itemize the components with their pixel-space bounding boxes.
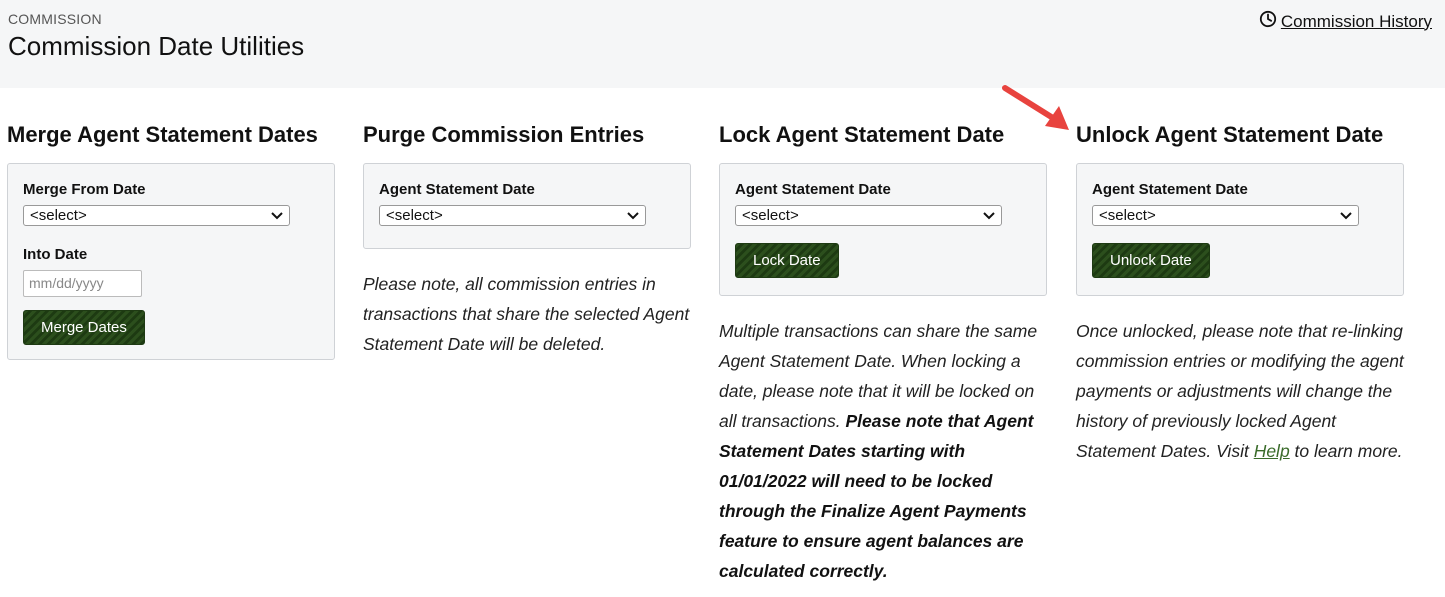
clock-icon	[1259, 10, 1277, 33]
unlock-date-select[interactable]: <select>	[1092, 205, 1359, 226]
page-header: COMMISSION Commission Date Utilities Com…	[0, 0, 1445, 88]
into-date-input[interactable]: mm/dd/yyyy	[23, 270, 142, 297]
unlock-note: Once unlocked, please note that re-linki…	[1076, 316, 1404, 466]
lock-note-emphasis: Please note that Agent Statement Dates s…	[719, 411, 1034, 581]
purge-date-label: Agent Statement Date	[379, 181, 535, 198]
purge-card: Agent Statement Date <select>	[363, 163, 691, 249]
merge-from-value: <select>	[30, 207, 87, 224]
unlock-date-button[interactable]: Unlock Date	[1092, 243, 1210, 278]
unlock-section: Unlock Agent Statement Date Agent Statem…	[1076, 122, 1404, 466]
unlock-date-value: <select>	[1099, 207, 1156, 224]
lock-date-button[interactable]: Lock Date	[735, 243, 839, 278]
lock-date-label: Agent Statement Date	[735, 181, 891, 198]
merge-from-label: Merge From Date	[23, 181, 146, 198]
unlock-note-text: Once unlocked, please note that re-linki…	[1076, 321, 1404, 461]
merge-card: Merge From Date <select> Into Date mm/dd…	[7, 163, 335, 360]
lock-card: Agent Statement Date <select> Lock Date	[719, 163, 1047, 296]
purge-heading: Purge Commission Entries	[363, 122, 645, 147]
unlock-note-end: to learn more.	[1289, 441, 1403, 461]
lock-note: Multiple transactions can share the same…	[719, 316, 1047, 586]
purge-note: Please note, all commission entries in t…	[363, 274, 690, 354]
into-date-label: Into Date	[23, 246, 88, 263]
merge-dates-button[interactable]: Merge Dates	[23, 310, 145, 345]
chevron-down-icon	[1340, 207, 1352, 224]
commission-history-link[interactable]: Commission History	[1259, 10, 1432, 33]
purge-date-value: <select>	[386, 207, 443, 224]
merge-section: Merge Agent Statement Dates Merge From D…	[7, 122, 335, 360]
commission-history-label: Commission History	[1280, 11, 1432, 31]
breadcrumb: COMMISSION	[8, 11, 102, 27]
unlock-card: Agent Statement Date <select> Unlock Dat…	[1076, 163, 1404, 296]
merge-heading: Merge Agent Statement Dates	[7, 122, 318, 147]
help-link[interactable]: Help	[1254, 441, 1290, 461]
chevron-down-icon	[983, 207, 995, 224]
chevron-down-icon	[627, 207, 639, 224]
red-arrow-icon	[1002, 85, 1069, 130]
merge-from-select[interactable]: <select>	[23, 205, 290, 226]
unlock-date-label: Agent Statement Date	[1092, 181, 1248, 198]
unlock-heading: Unlock Agent Statement Date	[1076, 122, 1384, 147]
lock-date-select[interactable]: <select>	[735, 205, 1002, 226]
lock-date-value: <select>	[742, 207, 799, 224]
chevron-down-icon	[271, 207, 283, 224]
page-title: Commission Date Utilities	[8, 31, 305, 61]
purge-section: Purge Commission Entries Agent Statement…	[363, 122, 691, 359]
lock-section: Lock Agent Statement Date Agent Statemen…	[719, 122, 1047, 586]
purge-date-select[interactable]: <select>	[379, 205, 646, 226]
